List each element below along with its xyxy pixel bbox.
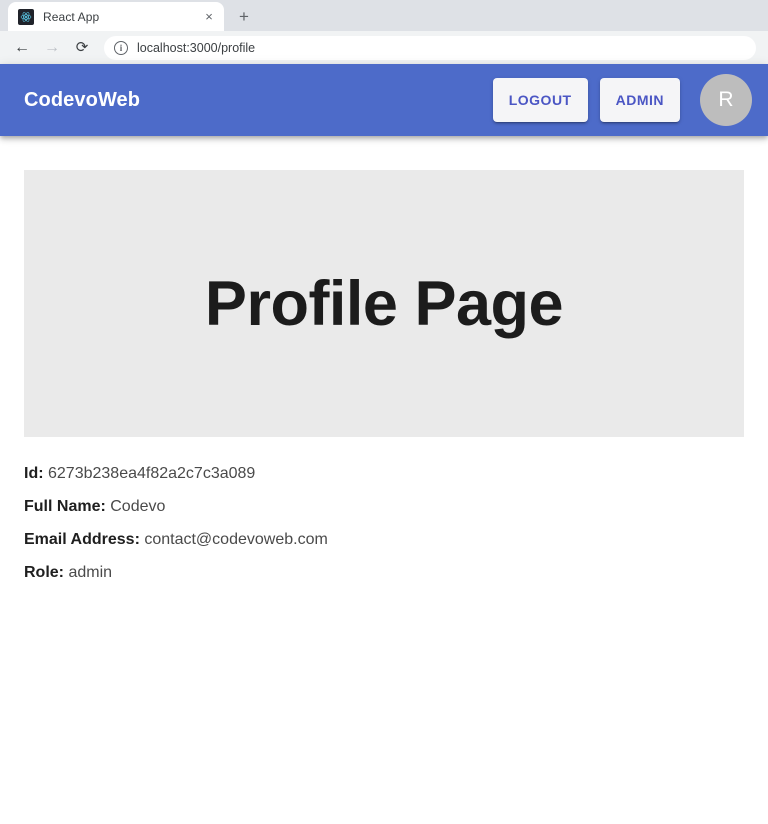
detail-value-id: 6273b238ea4f82a2c7c3a089 (48, 465, 256, 482)
detail-value-full-name: Codevo (110, 498, 166, 515)
tab-title: React App (43, 9, 100, 24)
url-text: localhost:3000/profile (137, 40, 256, 55)
hero-card: Profile Page (24, 170, 744, 437)
detail-label-full-name: Full Name: (24, 498, 106, 515)
detail-row-role: Role: admin (24, 556, 744, 589)
detail-label-id: Id: (24, 465, 44, 482)
browser-toolbar: ← → ⟳ i localhost:3000/profile (0, 31, 768, 64)
tab-strip: React App × + (0, 0, 768, 31)
detail-row-email: Email Address: contact@codevoweb.com (24, 523, 744, 556)
detail-label-email: Email Address: (24, 531, 140, 548)
site-info-icon[interactable]: i (114, 40, 128, 55)
new-tab-icon[interactable]: + (230, 2, 258, 30)
forward-icon[interactable]: → (38, 34, 66, 62)
back-icon[interactable]: ← (8, 34, 36, 62)
page-content: Profile Page Id: 6273b238ea4f82a2c7c3a08… (0, 136, 768, 589)
react-logo-icon (18, 8, 34, 25)
profile-details: Id: 6273b238ea4f82a2c7c3a089 Full Name: … (24, 437, 744, 589)
app-navbar: CodevoWeb LOGOUT ADMIN R (0, 64, 768, 136)
detail-value-email: contact@codevoweb.com (144, 531, 328, 548)
avatar[interactable]: R (700, 74, 752, 126)
logout-button[interactable]: LOGOUT (492, 78, 588, 122)
admin-button[interactable]: ADMIN (599, 78, 680, 122)
browser-tab[interactable]: React App × (8, 2, 224, 31)
detail-row-id: Id: 6273b238ea4f82a2c7c3a089 (24, 457, 744, 490)
brand-logo[interactable]: CodevoWeb (24, 89, 140, 112)
web-app: CodevoWeb LOGOUT ADMIN R Profile Page Id… (0, 64, 768, 589)
navbar-actions: LOGOUT ADMIN R (492, 74, 752, 126)
page-title: Profile Page (204, 268, 564, 339)
detail-value-role: admin (68, 564, 113, 581)
close-icon[interactable]: × (200, 8, 218, 26)
browser-chrome: React App × + ← → ⟳ i localhost:3000/pro… (0, 0, 768, 64)
detail-row-full-name: Full Name: Codevo (24, 490, 744, 523)
address-bar[interactable]: i localhost:3000/profile (104, 35, 756, 60)
reload-icon[interactable]: ⟳ (68, 34, 96, 62)
detail-label-role: Role: (24, 564, 64, 581)
